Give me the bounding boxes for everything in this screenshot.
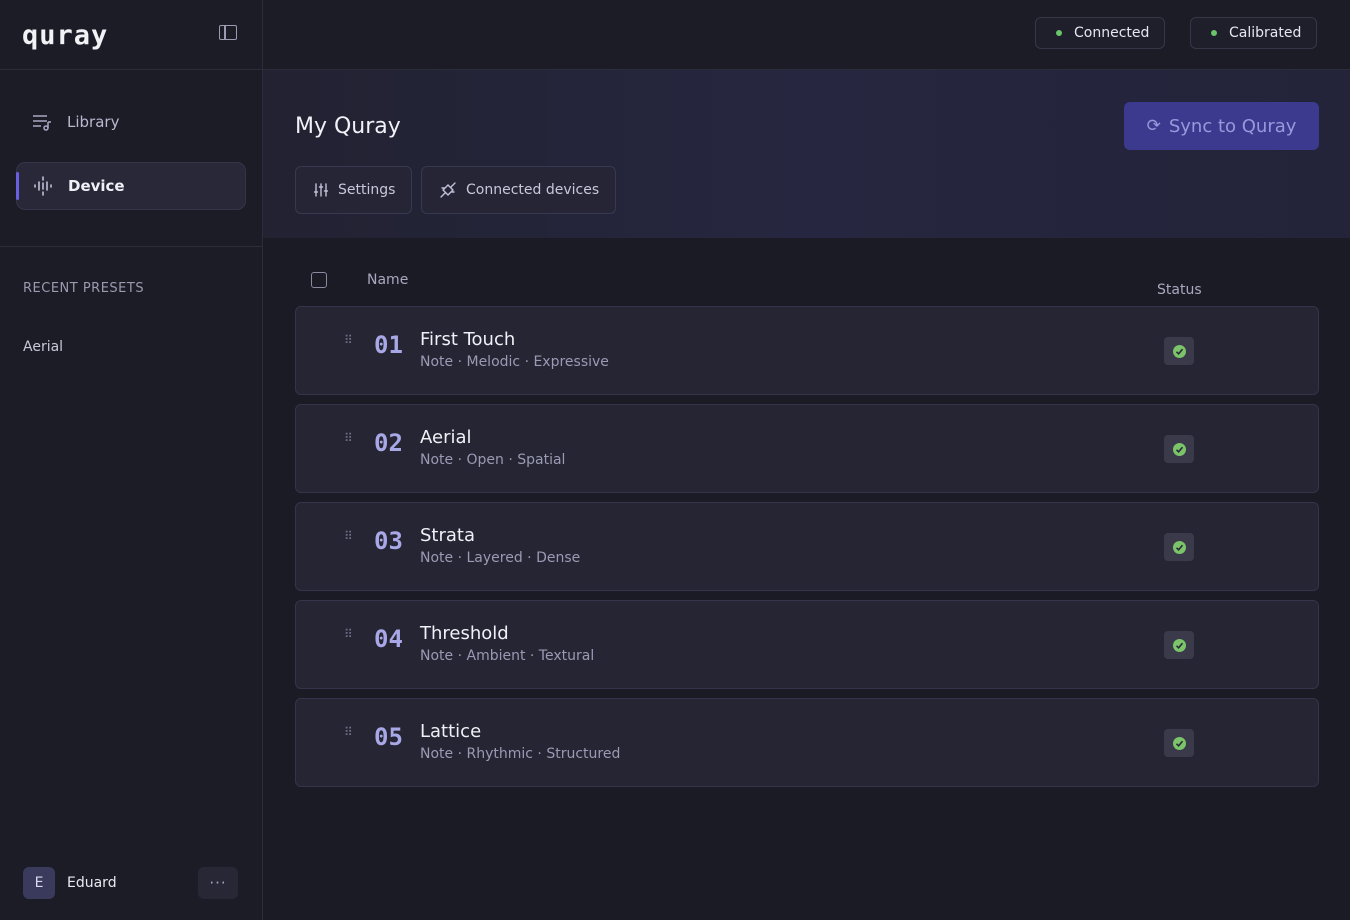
sync-button[interactable]: ⟳ Sync to Quray bbox=[1124, 102, 1319, 150]
refresh-icon: ⟳ bbox=[1146, 116, 1161, 136]
row-title: Strata bbox=[420, 525, 476, 546]
logo-row: quray bbox=[0, 0, 262, 70]
tab-label: Connected devices bbox=[466, 182, 600, 198]
sidebar-nav: Library Device bbox=[0, 70, 262, 247]
table-row[interactable]: ⠿ 05 Lattice Note · Rhythmic · Structure… bbox=[295, 698, 1319, 787]
row-title: First Touch bbox=[420, 329, 516, 350]
tab-connected-devices[interactable]: Connected devices bbox=[421, 166, 617, 214]
status-check-icon bbox=[1164, 435, 1194, 463]
tab-settings[interactable]: Settings bbox=[295, 166, 413, 214]
row-tags: Note · Open · Spatial bbox=[420, 452, 566, 468]
row-title: Lattice bbox=[420, 721, 482, 742]
status-dot-icon bbox=[1056, 30, 1062, 36]
connection-icon bbox=[440, 182, 456, 198]
user-name: Eduard bbox=[67, 875, 117, 891]
table-row[interactable]: ⠿ 01 First Touch Note · Melodic · Expres… bbox=[295, 306, 1319, 395]
column-header-name[interactable]: Name bbox=[367, 272, 408, 288]
table-header: Name Status bbox=[295, 238, 1319, 306]
row-title: Aerial bbox=[420, 427, 472, 448]
status-check-icon bbox=[1164, 631, 1194, 659]
check-icon bbox=[1172, 442, 1186, 456]
sidebar-item-label: Device bbox=[68, 177, 125, 195]
calibrated-status-badge: Calibrated bbox=[1190, 17, 1318, 49]
check-icon bbox=[1172, 638, 1186, 652]
row-number: 04 bbox=[374, 625, 403, 653]
topbar: Connected Calibrated bbox=[263, 0, 1350, 70]
status-dot-icon bbox=[1211, 30, 1217, 36]
sidebar-item-library[interactable]: Library bbox=[16, 98, 246, 146]
connected-label: Connected bbox=[1074, 25, 1150, 41]
table-row[interactable]: ⠿ 02 Aerial Note · Open · Spatial bbox=[295, 404, 1319, 493]
drag-handle-icon[interactable]: ⠿ bbox=[344, 628, 353, 643]
app-logo[interactable]: quray bbox=[22, 20, 108, 51]
recent-presets-title: RECENT PRESETS bbox=[23, 281, 145, 296]
sliders-icon bbox=[314, 183, 328, 197]
table-row[interactable]: ⠿ 04 Threshold Note · Ambient · Textural bbox=[295, 600, 1319, 689]
row-tags: Note · Layered · Dense bbox=[420, 550, 581, 566]
avatar[interactable]: E bbox=[23, 867, 55, 899]
status-check-icon bbox=[1164, 533, 1194, 561]
recent-preset-item[interactable]: Aerial bbox=[23, 339, 63, 355]
drag-handle-icon[interactable]: ⠿ bbox=[344, 334, 353, 349]
drag-handle-icon[interactable]: ⠿ bbox=[344, 726, 353, 741]
sync-label: Sync to Quray bbox=[1168, 115, 1297, 137]
sidebar-item-device[interactable]: Device bbox=[16, 162, 246, 210]
sidebar: quray Library Device RECENT PRESETS Aeri… bbox=[0, 0, 263, 920]
status-check-icon bbox=[1164, 337, 1194, 365]
check-icon bbox=[1172, 736, 1186, 750]
waveform-icon bbox=[33, 176, 53, 196]
row-number: 03 bbox=[374, 527, 403, 555]
row-tags: Note · Melodic · Expressive bbox=[420, 354, 609, 370]
row-tags: Note · Ambient · Textural bbox=[420, 648, 595, 664]
drag-handle-icon[interactable]: ⠿ bbox=[344, 432, 353, 447]
table-row[interactable]: ⠿ 03 Strata Note · Layered · Dense bbox=[295, 502, 1319, 591]
check-icon bbox=[1172, 540, 1186, 554]
row-number: 05 bbox=[374, 723, 403, 751]
row-tags: Note · Rhythmic · Structured bbox=[420, 746, 621, 762]
sidebar-item-label: Library bbox=[67, 113, 120, 131]
calibrated-label: Calibrated bbox=[1229, 25, 1302, 41]
select-all-checkbox[interactable] bbox=[311, 272, 327, 288]
drag-handle-icon[interactable]: ⠿ bbox=[344, 530, 353, 545]
sidebar-toggle-icon[interactable] bbox=[219, 25, 237, 40]
connected-status-badge: Connected bbox=[1035, 17, 1166, 49]
column-header-status[interactable]: Status bbox=[1157, 282, 1202, 298]
more-options-button[interactable]: ··· bbox=[198, 867, 238, 899]
page-header: My Quray ⟳ Sync to Quray Settings Connec… bbox=[263, 70, 1350, 238]
row-number: 01 bbox=[374, 331, 403, 359]
row-number: 02 bbox=[374, 429, 403, 457]
tab-label: Settings bbox=[338, 182, 396, 198]
user-row: E Eduard ··· bbox=[23, 867, 238, 899]
status-check-icon bbox=[1164, 729, 1194, 757]
page-title: My Quray bbox=[295, 114, 401, 139]
library-music-icon bbox=[32, 112, 52, 132]
check-icon bbox=[1172, 344, 1186, 358]
row-title: Threshold bbox=[420, 623, 509, 644]
